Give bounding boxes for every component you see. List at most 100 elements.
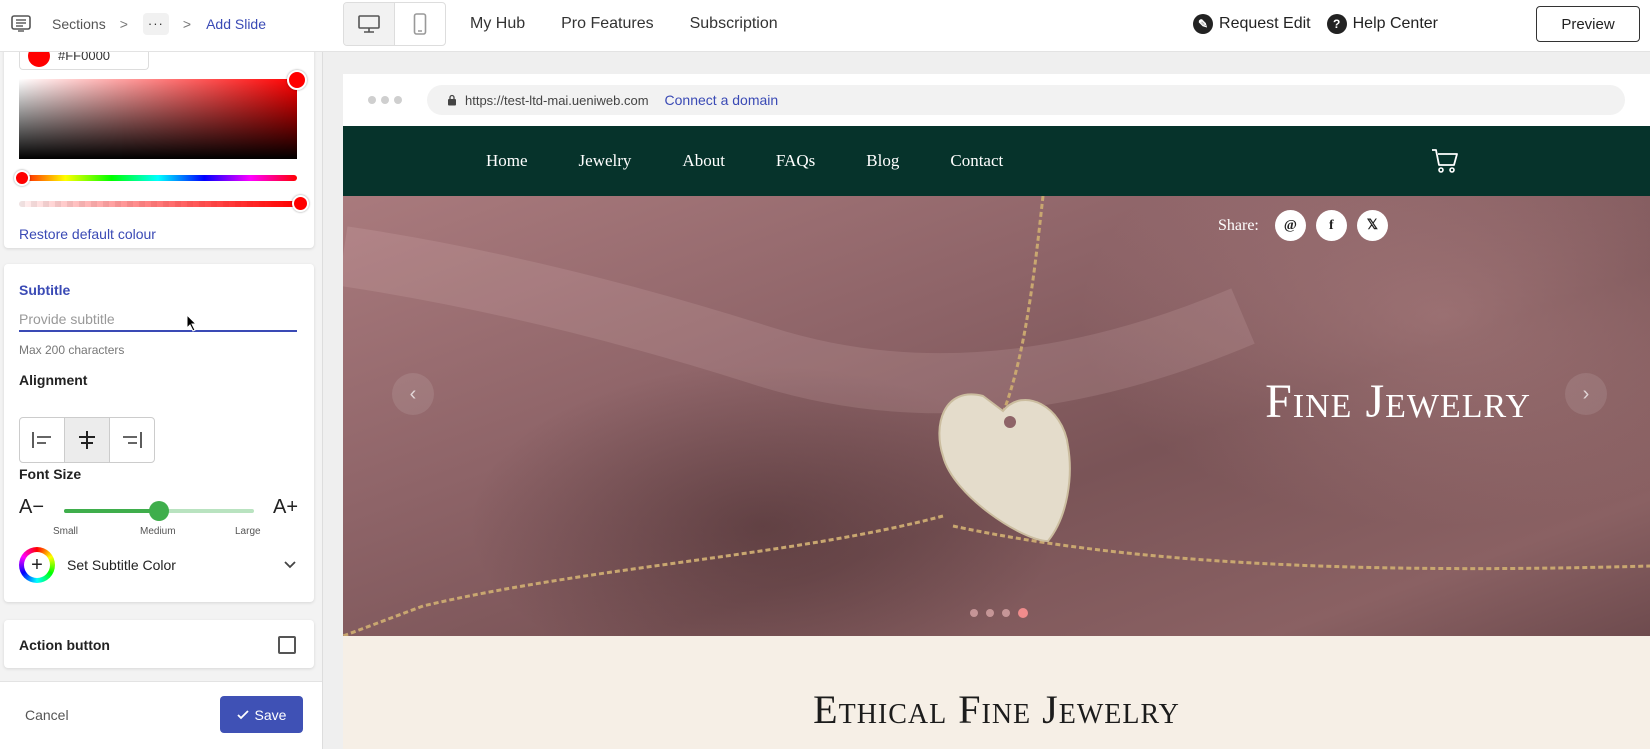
hero-slider: Share: @ f 𝕏 ‹ › Fine Jewelry	[343, 196, 1650, 636]
action-button-checkbox[interactable]	[278, 636, 296, 654]
font-size-fill	[64, 509, 159, 513]
color-swatch	[28, 52, 50, 67]
save-button[interactable]: Save	[220, 696, 303, 733]
help-center-button[interactable]: ? Help Center	[1326, 13, 1438, 34]
desktop-icon	[358, 15, 380, 33]
decrease-font-button[interactable]: A−	[19, 496, 44, 519]
cancel-button[interactable]: Cancel	[25, 707, 69, 723]
hue-slider[interactable]	[19, 175, 297, 181]
hue-handle[interactable]	[14, 170, 30, 186]
lock-icon	[448, 94, 456, 106]
cart-icon[interactable]	[1431, 148, 1459, 174]
hex-input[interactable]: #FF0000	[19, 52, 149, 70]
breadcrumb: Sections > ··· > Add Slide	[10, 0, 266, 47]
browser-bar: https://test-ltd-mai.ueniweb.com Connect…	[343, 74, 1650, 126]
action-button-card: Action button	[4, 620, 314, 668]
site-nav-contact[interactable]: Contact	[950, 151, 1003, 171]
restore-default-colour-link[interactable]: Restore default colour	[19, 226, 156, 242]
slider-dot[interactable]	[1018, 608, 1028, 618]
address-bar: https://test-ltd-mai.ueniweb.com Connect…	[427, 85, 1625, 115]
font-size-small-tick: Small	[53, 526, 79, 537]
slider-dots	[970, 608, 1028, 618]
align-left-button[interactable]	[20, 418, 65, 462]
top-navigation: My Hub Pro Features Subscription	[470, 0, 778, 47]
help-center-label: Help Center	[1352, 14, 1438, 32]
nav-subscription[interactable]: Subscription	[690, 15, 778, 33]
mouse-cursor-icon	[186, 314, 198, 332]
align-left-icon	[32, 432, 51, 448]
action-button-label: Action button	[19, 637, 110, 653]
site-nav-faqs[interactable]: FAQs	[776, 151, 815, 171]
site-nav-about[interactable]: About	[682, 151, 725, 171]
facebook-share-icon[interactable]: f	[1315, 210, 1347, 241]
desktop-view-button[interactable]	[344, 3, 395, 45]
subtitle-hint: Max 200 characters	[19, 343, 125, 357]
saturation-area[interactable]	[19, 79, 297, 159]
preview-button[interactable]: Preview	[1536, 6, 1640, 42]
subtitle-card: Subtitle Max 200 characters Alignment Fo…	[4, 264, 314, 602]
slider-dot[interactable]	[970, 609, 978, 617]
nav-pro-features[interactable]: Pro Features	[561, 15, 653, 33]
color-picker-card: #FF0000 Restore default colour	[4, 52, 314, 248]
site-navigation: Home Jewelry About FAQs Blog Contact	[343, 126, 1650, 196]
font-size-medium-tick: Medium	[140, 526, 176, 537]
editor-panel: #FF0000 Restore default colour Subtitle …	[0, 52, 323, 749]
request-edit-button[interactable]: ✎ Request Edit	[1193, 13, 1311, 34]
ethical-section: Ethical Fine Jewelry	[343, 636, 1650, 749]
font-size-slider[interactable]	[64, 501, 254, 521]
breadcrumb-sections[interactable]: Sections	[52, 16, 106, 32]
alignment-label: Alignment	[19, 372, 88, 388]
help-icon: ?	[1326, 13, 1347, 34]
set-subtitle-color-row[interactable]: + Set Subtitle Color	[19, 546, 297, 584]
mobile-view-button[interactable]	[395, 3, 445, 45]
breadcrumb-current: Add Slide	[206, 15, 267, 32]
check-icon	[236, 709, 249, 719]
alignment-group	[19, 417, 155, 463]
font-size-label: Font Size	[19, 466, 82, 482]
window-dots	[368, 96, 402, 104]
slider-dot[interactable]	[1002, 609, 1010, 617]
sections-list-icon[interactable]	[10, 13, 32, 35]
site-url: https://test-ltd-mai.ueniweb.com	[465, 92, 649, 108]
top-actions: ✎ Request Edit ? Help Center	[1193, 0, 1438, 47]
browser-frame: https://test-ltd-mai.ueniweb.com Connect…	[343, 74, 1650, 749]
subtitle-input[interactable]	[19, 308, 297, 332]
share-label: Share:	[1218, 216, 1259, 234]
chevron-down-icon	[284, 561, 296, 569]
subtitle-label: Subtitle	[19, 282, 71, 298]
connect-domain-link[interactable]: Connect a domain	[665, 92, 779, 108]
increase-font-button[interactable]: A+	[273, 496, 298, 519]
align-right-button[interactable]	[110, 418, 154, 462]
color-wheel-icon: +	[19, 547, 55, 583]
chevron-right-icon: >	[119, 15, 128, 32]
top-bar: Sections > ··· > Add Slide My Hub Pro Fe…	[0, 0, 1650, 52]
alpha-handle[interactable]	[292, 195, 309, 212]
align-center-icon	[79, 431, 95, 449]
align-right-icon	[123, 432, 142, 448]
pencil-icon: ✎	[1193, 13, 1214, 34]
breadcrumb-more-button[interactable]: ···	[142, 12, 169, 35]
slider-prev-arrow[interactable]: ‹	[392, 373, 434, 415]
font-size-large-tick: Large	[235, 526, 261, 537]
preview-stage: https://test-ltd-mai.ueniweb.com Connect…	[323, 52, 1650, 749]
panel-footer: Cancel Save	[0, 681, 322, 749]
hero-title: Fine Jewelry	[1265, 375, 1531, 428]
align-center-button[interactable]	[65, 418, 110, 462]
site-nav-blog[interactable]: Blog	[866, 151, 899, 171]
hex-value: #FF0000	[58, 52, 111, 63]
email-share-icon[interactable]: @	[1274, 210, 1306, 241]
nav-my-hub[interactable]: My Hub	[470, 15, 525, 33]
section-title: Ethical Fine Jewelry	[813, 687, 1180, 732]
site-nav-home[interactable]: Home	[486, 151, 528, 171]
slider-dot[interactable]	[986, 609, 994, 617]
alpha-slider[interactable]	[19, 201, 297, 207]
share-bar: Share: @ f 𝕏	[1218, 210, 1388, 241]
chevron-right-icon: >	[182, 15, 192, 32]
x-share-icon[interactable]: 𝕏	[1356, 210, 1388, 241]
font-size-thumb[interactable]	[149, 501, 169, 521]
set-subtitle-color-label: Set Subtitle Color	[67, 557, 176, 573]
device-toggle	[343, 2, 446, 46]
request-edit-label: Request Edit	[1219, 14, 1311, 32]
saturation-handle[interactable]	[287, 70, 307, 90]
site-nav-jewelry[interactable]: Jewelry	[579, 151, 632, 171]
